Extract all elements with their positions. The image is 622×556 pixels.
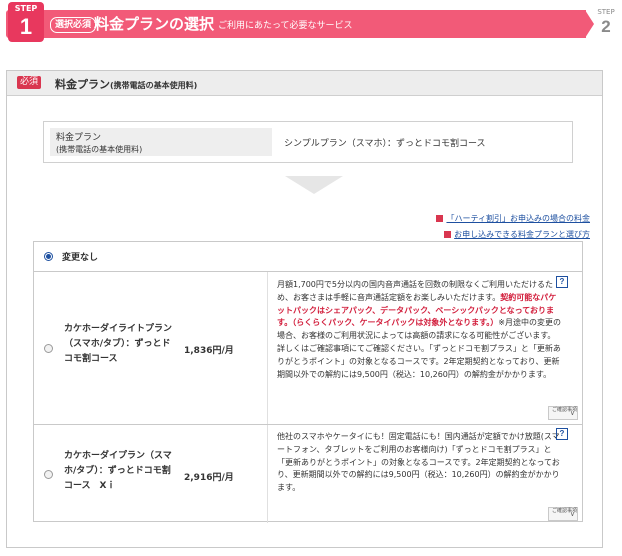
page-title: 料金プランの選択: [94, 15, 215, 33]
link-square-icon: [436, 215, 444, 222]
next-step-indicator: STEP 2: [592, 8, 620, 42]
radio-no-change[interactable]: [44, 252, 53, 261]
link-hearty-discount-text: 「ハーティ割引」お申込みの場合の料金: [446, 214, 590, 223]
column-divider: [267, 272, 268, 424]
option-no-change[interactable]: 変更なし: [34, 242, 582, 272]
step-label: STEP: [14, 4, 38, 13]
rate-plan-section: 必須 料金プラン(携帯電話の基本使用料) 料金プラン (携帯電話の基本使用料) …: [6, 70, 603, 548]
link-plan-guide-text: お申し込みできる料金プランと選び方: [454, 230, 590, 239]
plan-price: 2,916円/月: [184, 473, 234, 483]
required-tag: 必須: [17, 76, 42, 89]
plan-description: 月額1,700円で5分以内の国内音声通話を回数の制限なくご利用いただけるため、お…: [277, 279, 562, 381]
current-plan-label-sub: (携帯電話の基本使用料): [56, 145, 143, 154]
plan-description-note: ※月途中の変更の場合、お客様のご利用状況によっては高額の請求になる可能性がござい…: [277, 318, 561, 379]
step-header: STEP 1 選択必須 料金プランの選択 ご利用にあたって必要なサービス STE…: [6, 2, 618, 44]
required-pill: 選択必須: [50, 17, 97, 33]
chevron-down-icon: ∨: [569, 510, 575, 518]
next-step-number: 2: [601, 17, 611, 36]
help-icon[interactable]: ?: [556, 276, 568, 288]
section-header: 必須 料金プラン(携帯電話の基本使用料): [7, 71, 602, 96]
help-links: 「ハーティ割引」お申込みの場合の料金 お申し込みできる料金プランと選び方: [436, 211, 590, 243]
confirm-items-button[interactable]: ご確認事項 ∨: [548, 406, 578, 420]
current-plan-label-main: 料金プラン: [56, 133, 102, 143]
radio-kakehodai-light[interactable]: [44, 344, 53, 353]
plan-description: 他社のスマホやケータイにも！固定電話にも！国内通話が定額でかけ放題(スマートフォ…: [277, 431, 562, 495]
section-title-note: (携帯電話の基本使用料): [110, 81, 198, 90]
section-title: 料金プラン(携帯電話の基本使用料): [55, 76, 197, 92]
link-square-icon: [444, 231, 452, 238]
confirm-items-button[interactable]: ご確認事項 ∨: [548, 507, 578, 521]
option-no-change-label: 変更なし: [62, 253, 99, 263]
current-plan-box: 料金プラン (携帯電話の基本使用料) シンプルプラン（スマホ）：ずっとドコモ割コ…: [43, 121, 573, 163]
section-title-text: 料金プラン: [55, 78, 110, 91]
plan-option-kakehodai-light[interactable]: カケホーダイライトプラン（スマホ/タブ）：ずっとドコモ割コース 1,836円/月…: [34, 272, 582, 425]
plan-price: 1,836円/月: [184, 346, 234, 356]
plan-options: 変更なし カケホーダイライトプラン（スマホ/タブ）：ずっとドコモ割コース 1,8…: [33, 241, 583, 523]
chevron-down-icon: ∨: [569, 409, 575, 417]
page-subtitle: ご利用にあたって必要なサービス: [218, 21, 353, 31]
link-hearty-discount[interactable]: 「ハーティ割引」お申込みの場合の料金: [436, 211, 590, 227]
current-plan-value: シンプルプラン（スマホ）：ずっとドコモ割コース: [284, 139, 486, 149]
current-step-badge: STEP 1: [8, 2, 44, 42]
plan-name: カケホーダイライトプラン（スマホ/タブ）：ずっとドコモ割コース: [64, 324, 173, 364]
help-icon[interactable]: ?: [556, 428, 568, 440]
current-plan-label: 料金プラン (携帯電話の基本使用料): [50, 128, 272, 156]
down-arrow-icon: [285, 176, 343, 194]
step-number: 1: [19, 14, 33, 39]
column-divider: [267, 425, 268, 523]
plan-option-kakehodai[interactable]: カケホーダイプラン（スマホ/タブ）：ずっとドコモ割コース Xｉ 2,916円/月…: [34, 425, 582, 523]
radio-kakehodai[interactable]: [44, 470, 53, 479]
plan-name: カケホーダイプラン（スマホ/タブ）：ずっとドコモ割コース Xｉ: [64, 451, 172, 491]
next-step-label: STEP: [597, 8, 615, 16]
plan-description-text: 他社のスマホやケータイにも！固定電話にも！国内通話が定額でかけ放題(スマートフォ…: [277, 432, 560, 493]
